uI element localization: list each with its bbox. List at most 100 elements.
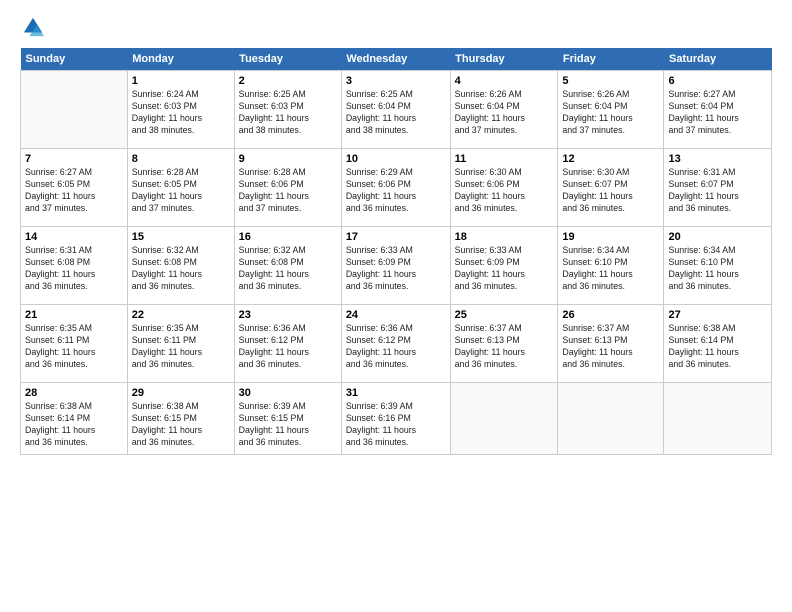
day-number: 16 [239, 230, 337, 244]
day-info: Sunrise: 6:31 AM Sunset: 6:07 PM Dayligh… [668, 167, 767, 215]
calendar-cell: 5Sunrise: 6:26 AM Sunset: 6:04 PM Daylig… [558, 71, 664, 149]
day-info: Sunrise: 6:27 AM Sunset: 6:05 PM Dayligh… [25, 167, 123, 215]
day-info: Sunrise: 6:37 AM Sunset: 6:13 PM Dayligh… [455, 323, 554, 371]
day-info: Sunrise: 6:34 AM Sunset: 6:10 PM Dayligh… [668, 245, 767, 293]
calendar-page: SundayMondayTuesdayWednesdayThursdayFrid… [0, 0, 792, 612]
day-number: 4 [455, 74, 554, 88]
day-number: 13 [668, 152, 767, 166]
week-row-2: 14Sunrise: 6:31 AM Sunset: 6:08 PM Dayli… [21, 227, 772, 305]
calendar-cell: 2Sunrise: 6:25 AM Sunset: 6:03 PM Daylig… [234, 71, 341, 149]
day-number: 25 [455, 308, 554, 322]
calendar-cell: 13Sunrise: 6:31 AM Sunset: 6:07 PM Dayli… [664, 149, 772, 227]
day-info: Sunrise: 6:30 AM Sunset: 6:07 PM Dayligh… [562, 167, 659, 215]
day-number: 5 [562, 74, 659, 88]
day-info: Sunrise: 6:30 AM Sunset: 6:06 PM Dayligh… [455, 167, 554, 215]
day-number: 12 [562, 152, 659, 166]
day-number: 29 [132, 386, 230, 400]
day-number: 7 [25, 152, 123, 166]
day-number: 15 [132, 230, 230, 244]
day-number: 27 [668, 308, 767, 322]
day-number: 9 [239, 152, 337, 166]
day-number: 18 [455, 230, 554, 244]
day-number: 31 [346, 386, 446, 400]
day-info: Sunrise: 6:39 AM Sunset: 6:16 PM Dayligh… [346, 401, 446, 449]
calendar-cell: 12Sunrise: 6:30 AM Sunset: 6:07 PM Dayli… [558, 149, 664, 227]
calendar-cell: 25Sunrise: 6:37 AM Sunset: 6:13 PM Dayli… [450, 305, 558, 383]
calendar-cell: 29Sunrise: 6:38 AM Sunset: 6:15 PM Dayli… [127, 383, 234, 455]
logo-icon [22, 16, 44, 38]
day-info: Sunrise: 6:38 AM Sunset: 6:14 PM Dayligh… [25, 401, 123, 449]
day-info: Sunrise: 6:28 AM Sunset: 6:05 PM Dayligh… [132, 167, 230, 215]
calendar-cell: 23Sunrise: 6:36 AM Sunset: 6:12 PM Dayli… [234, 305, 341, 383]
calendar-cell: 8Sunrise: 6:28 AM Sunset: 6:05 PM Daylig… [127, 149, 234, 227]
calendar-cell: 22Sunrise: 6:35 AM Sunset: 6:11 PM Dayli… [127, 305, 234, 383]
week-row-0: 1Sunrise: 6:24 AM Sunset: 6:03 PM Daylig… [21, 71, 772, 149]
day-number: 3 [346, 74, 446, 88]
day-number: 23 [239, 308, 337, 322]
calendar-cell: 4Sunrise: 6:26 AM Sunset: 6:04 PM Daylig… [450, 71, 558, 149]
day-number: 11 [455, 152, 554, 166]
week-row-4: 28Sunrise: 6:38 AM Sunset: 6:14 PM Dayli… [21, 383, 772, 455]
day-info: Sunrise: 6:32 AM Sunset: 6:08 PM Dayligh… [132, 245, 230, 293]
day-info: Sunrise: 6:37 AM Sunset: 6:13 PM Dayligh… [562, 323, 659, 371]
day-info: Sunrise: 6:32 AM Sunset: 6:08 PM Dayligh… [239, 245, 337, 293]
day-info: Sunrise: 6:26 AM Sunset: 6:04 PM Dayligh… [562, 89, 659, 137]
day-number: 2 [239, 74, 337, 88]
calendar-cell: 17Sunrise: 6:33 AM Sunset: 6:09 PM Dayli… [341, 227, 450, 305]
calendar-cell [450, 383, 558, 455]
day-info: Sunrise: 6:33 AM Sunset: 6:09 PM Dayligh… [455, 245, 554, 293]
day-info: Sunrise: 6:35 AM Sunset: 6:11 PM Dayligh… [132, 323, 230, 371]
day-info: Sunrise: 6:31 AM Sunset: 6:08 PM Dayligh… [25, 245, 123, 293]
header-friday: Friday [558, 48, 664, 71]
day-info: Sunrise: 6:39 AM Sunset: 6:15 PM Dayligh… [239, 401, 337, 449]
calendar-cell: 24Sunrise: 6:36 AM Sunset: 6:12 PM Dayli… [341, 305, 450, 383]
day-info: Sunrise: 6:38 AM Sunset: 6:14 PM Dayligh… [668, 323, 767, 371]
day-info: Sunrise: 6:35 AM Sunset: 6:11 PM Dayligh… [25, 323, 123, 371]
week-row-1: 7Sunrise: 6:27 AM Sunset: 6:05 PM Daylig… [21, 149, 772, 227]
header-monday: Monday [127, 48, 234, 71]
day-info: Sunrise: 6:36 AM Sunset: 6:12 PM Dayligh… [346, 323, 446, 371]
day-number: 20 [668, 230, 767, 244]
day-info: Sunrise: 6:25 AM Sunset: 6:04 PM Dayligh… [346, 89, 446, 137]
calendar-cell: 20Sunrise: 6:34 AM Sunset: 6:10 PM Dayli… [664, 227, 772, 305]
calendar-cell [558, 383, 664, 455]
day-info: Sunrise: 6:34 AM Sunset: 6:10 PM Dayligh… [562, 245, 659, 293]
calendar-cell: 16Sunrise: 6:32 AM Sunset: 6:08 PM Dayli… [234, 227, 341, 305]
day-info: Sunrise: 6:29 AM Sunset: 6:06 PM Dayligh… [346, 167, 446, 215]
day-number: 14 [25, 230, 123, 244]
calendar-cell: 11Sunrise: 6:30 AM Sunset: 6:06 PM Dayli… [450, 149, 558, 227]
day-number: 22 [132, 308, 230, 322]
calendar-cell: 14Sunrise: 6:31 AM Sunset: 6:08 PM Dayli… [21, 227, 128, 305]
header-wednesday: Wednesday [341, 48, 450, 71]
calendar-cell: 21Sunrise: 6:35 AM Sunset: 6:11 PM Dayli… [21, 305, 128, 383]
day-number: 24 [346, 308, 446, 322]
calendar-cell: 26Sunrise: 6:37 AM Sunset: 6:13 PM Dayli… [558, 305, 664, 383]
logo [20, 18, 44, 38]
day-info: Sunrise: 6:24 AM Sunset: 6:03 PM Dayligh… [132, 89, 230, 137]
day-number: 26 [562, 308, 659, 322]
calendar-cell: 15Sunrise: 6:32 AM Sunset: 6:08 PM Dayli… [127, 227, 234, 305]
day-number: 10 [346, 152, 446, 166]
day-number: 1 [132, 74, 230, 88]
calendar-cell: 31Sunrise: 6:39 AM Sunset: 6:16 PM Dayli… [341, 383, 450, 455]
day-info: Sunrise: 6:25 AM Sunset: 6:03 PM Dayligh… [239, 89, 337, 137]
day-number: 28 [25, 386, 123, 400]
calendar-cell: 27Sunrise: 6:38 AM Sunset: 6:14 PM Dayli… [664, 305, 772, 383]
calendar-cell: 28Sunrise: 6:38 AM Sunset: 6:14 PM Dayli… [21, 383, 128, 455]
calendar-cell: 3Sunrise: 6:25 AM Sunset: 6:04 PM Daylig… [341, 71, 450, 149]
day-info: Sunrise: 6:33 AM Sunset: 6:09 PM Dayligh… [346, 245, 446, 293]
day-number: 30 [239, 386, 337, 400]
day-number: 21 [25, 308, 123, 322]
day-number: 19 [562, 230, 659, 244]
calendar-cell: 18Sunrise: 6:33 AM Sunset: 6:09 PM Dayli… [450, 227, 558, 305]
day-info: Sunrise: 6:38 AM Sunset: 6:15 PM Dayligh… [132, 401, 230, 449]
calendar-cell: 7Sunrise: 6:27 AM Sunset: 6:05 PM Daylig… [21, 149, 128, 227]
header-sunday: Sunday [21, 48, 128, 71]
calendar-cell: 30Sunrise: 6:39 AM Sunset: 6:15 PM Dayli… [234, 383, 341, 455]
calendar-cell: 19Sunrise: 6:34 AM Sunset: 6:10 PM Dayli… [558, 227, 664, 305]
header [20, 18, 772, 38]
calendar-table: SundayMondayTuesdayWednesdayThursdayFrid… [20, 48, 772, 455]
day-info: Sunrise: 6:26 AM Sunset: 6:04 PM Dayligh… [455, 89, 554, 137]
week-row-3: 21Sunrise: 6:35 AM Sunset: 6:11 PM Dayli… [21, 305, 772, 383]
day-number: 17 [346, 230, 446, 244]
